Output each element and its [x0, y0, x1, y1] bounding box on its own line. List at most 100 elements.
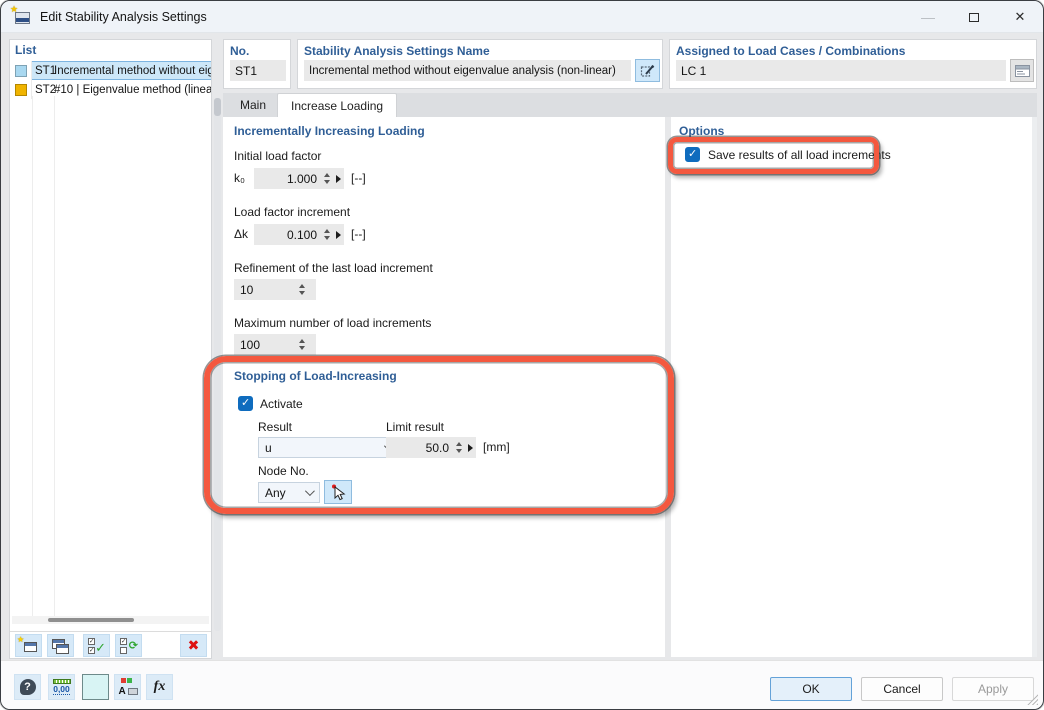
dialog-edit-stability-analysis-settings: ★ Edit Stability Analysis Settings — ✕ L…	[0, 0, 1044, 710]
name-field[interactable]: Incremental method without eigenvalue an…	[304, 60, 631, 81]
pencil-icon	[640, 63, 655, 78]
list-grid-line	[32, 96, 33, 616]
field-value[interactable]: 1.000	[254, 172, 320, 186]
load-factor-increment-label: Load factor increment	[234, 205, 350, 219]
delete-entry-button[interactable]: ✖	[180, 634, 207, 657]
refinement-label: Refinement of the last load increment	[234, 261, 433, 275]
name-label: Stability Analysis Settings Name	[304, 44, 490, 58]
initial-load-factor-label: Initial load factor	[234, 149, 321, 163]
list-grid-line	[54, 96, 55, 616]
node-no-label: Node No.	[258, 464, 309, 478]
dialog-footer: ? 0,00 A fx OK Cancel Apply	[1, 660, 1043, 709]
color-swatch	[15, 65, 27, 77]
list-panel: List ST1 Incremental method without eige…	[9, 39, 212, 659]
chevron-down-icon	[305, 486, 315, 496]
list-item-st2[interactable]: ST2 #10 | Eigenvalue method (linear) | I	[10, 80, 211, 99]
flyout-arrow[interactable]	[465, 437, 476, 458]
tab-strip: Main Increase Loading	[223, 93, 1037, 117]
green-check-icon: ✓	[95, 640, 106, 656]
formula-button[interactable]: fx	[146, 674, 173, 700]
toggle-selection-button[interactable]: ✓ ⟳	[115, 634, 142, 657]
close-button[interactable]: ✕	[997, 1, 1043, 33]
node-no-dropdown[interactable]: Any	[258, 482, 320, 503]
flyout-arrow[interactable]	[333, 224, 344, 245]
list-horizontal-scrollbar[interactable]	[12, 616, 209, 624]
units-icon: 0,00	[53, 679, 71, 695]
number-box: No. ST1	[223, 39, 291, 89]
app-icon: ★	[12, 9, 32, 25]
list-item-label: #10 | Eigenvalue method (linear) | I	[54, 84, 211, 96]
copy-icon-front	[56, 644, 69, 654]
max-increments-field[interactable]: 100	[234, 334, 316, 355]
save-results-label: Save results of all load increments	[708, 148, 891, 162]
help-button[interactable]: ?	[14, 674, 41, 700]
field-value[interactable]: 100	[240, 338, 295, 352]
list-item-id: ST2	[32, 84, 54, 96]
refinement-field[interactable]: 10	[234, 279, 316, 300]
help-icon: ?	[20, 679, 36, 695]
load-factor-increment-field[interactable]: 0.100	[254, 224, 344, 245]
new-window-icon	[24, 642, 37, 652]
k0-symbol: k₀	[234, 171, 245, 185]
unit-label: [mm]	[483, 440, 510, 454]
assigned-box: Assigned to Load Cases / Combinations LC…	[669, 39, 1037, 89]
spinner[interactable]	[320, 168, 333, 189]
resize-grip[interactable]	[1027, 694, 1038, 705]
dk-symbol: Δk	[234, 227, 248, 241]
result-label: Result	[258, 420, 292, 434]
unit-label: [--]	[351, 171, 366, 185]
minimize-button[interactable]: —	[905, 1, 951, 33]
units-settings-button[interactable]: 0,00	[48, 674, 75, 700]
save-results-checkbox[interactable]	[685, 147, 700, 162]
tab-main[interactable]: Main	[229, 93, 277, 117]
dropdown-value: u	[265, 441, 272, 455]
content-scroll-strip	[1032, 117, 1037, 657]
stopping-section-title: Stopping of Load-Increasing	[234, 369, 397, 383]
initial-load-factor-field[interactable]: 1.000	[254, 168, 344, 189]
maximize-icon	[969, 13, 979, 22]
edit-name-button[interactable]	[635, 59, 660, 82]
select-load-cases-button[interactable]	[1010, 59, 1034, 82]
field-value[interactable]: 50.0	[386, 441, 452, 455]
new-entry-button[interactable]: ★	[15, 634, 42, 657]
window-title: Edit Stability Analysis Settings	[40, 10, 207, 24]
max-increments-label: Maximum number of load increments	[234, 316, 431, 330]
assigned-label: Assigned to Load Cases / Combinations	[676, 44, 905, 58]
spinner[interactable]	[295, 334, 308, 355]
pick-node-button[interactable]	[324, 480, 352, 504]
color-swatch	[15, 84, 27, 96]
title-bar: ★ Edit Stability Analysis Settings — ✕	[1, 1, 1043, 33]
spinner[interactable]	[295, 279, 308, 300]
result-dropdown[interactable]: u	[258, 437, 399, 458]
maximize-button[interactable]	[951, 1, 997, 33]
field-value[interactable]: 0.100	[254, 228, 320, 242]
list-header: List	[10, 40, 211, 61]
flyout-arrow[interactable]	[333, 168, 344, 189]
cycle-arrows-icon: ⟳	[129, 639, 138, 652]
field-value[interactable]: 10	[240, 283, 295, 297]
scrollbar-thumb[interactable]	[48, 618, 134, 622]
list-item-st1[interactable]: ST1 Incremental method without eigenvalu…	[10, 61, 211, 80]
select-all-button[interactable]: ✓ ✓ ✓	[83, 634, 110, 657]
list-vertical-scrollbar[interactable]	[214, 98, 221, 631]
activate-checkbox[interactable]	[238, 396, 253, 411]
color-swatch-button[interactable]	[82, 674, 109, 700]
cancel-button[interactable]: Cancel	[861, 677, 943, 701]
increase-loading-panel: Incrementally Increasing Loading Initial…	[223, 117, 665, 657]
spinner[interactable]	[452, 437, 465, 458]
copy-entry-button[interactable]	[47, 634, 74, 657]
ok-button[interactable]: OK	[770, 677, 852, 701]
options-panel: Options Save results of all load increme…	[671, 117, 1032, 657]
select-cursor-icon	[329, 483, 347, 501]
section-title: Incrementally Increasing Loading	[234, 124, 425, 138]
list-item-id: ST1	[32, 65, 54, 77]
display-properties-button[interactable]: A	[114, 674, 141, 700]
assigned-field[interactable]: LC 1	[676, 60, 1006, 81]
apply-button[interactable]: Apply	[952, 677, 1034, 701]
limit-result-field[interactable]: 50.0	[386, 437, 476, 458]
spinner[interactable]	[320, 224, 333, 245]
unit-label: [--]	[351, 227, 366, 241]
scrollbar-thumb[interactable]	[214, 98, 221, 116]
number-field: ST1	[230, 60, 286, 81]
tab-increase-loading[interactable]: Increase Loading	[277, 93, 397, 117]
